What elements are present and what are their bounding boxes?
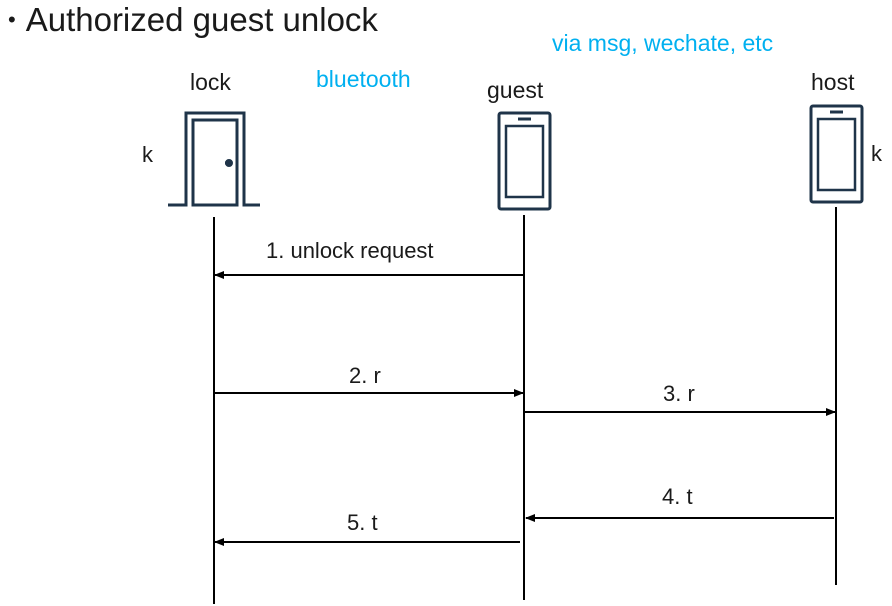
message-2-label: 2. r (349, 363, 381, 388)
message-3-label: 3. r (663, 381, 695, 406)
sequence-diagram (168, 104, 864, 604)
door-icon (168, 111, 260, 207)
guest-phone-icon (497, 111, 552, 211)
host-phone-icon (809, 104, 864, 204)
message-5-label: 5. t (347, 510, 378, 535)
message-4-label: 4. t (662, 484, 693, 509)
message-1-label: 1. unlock request (266, 238, 434, 263)
